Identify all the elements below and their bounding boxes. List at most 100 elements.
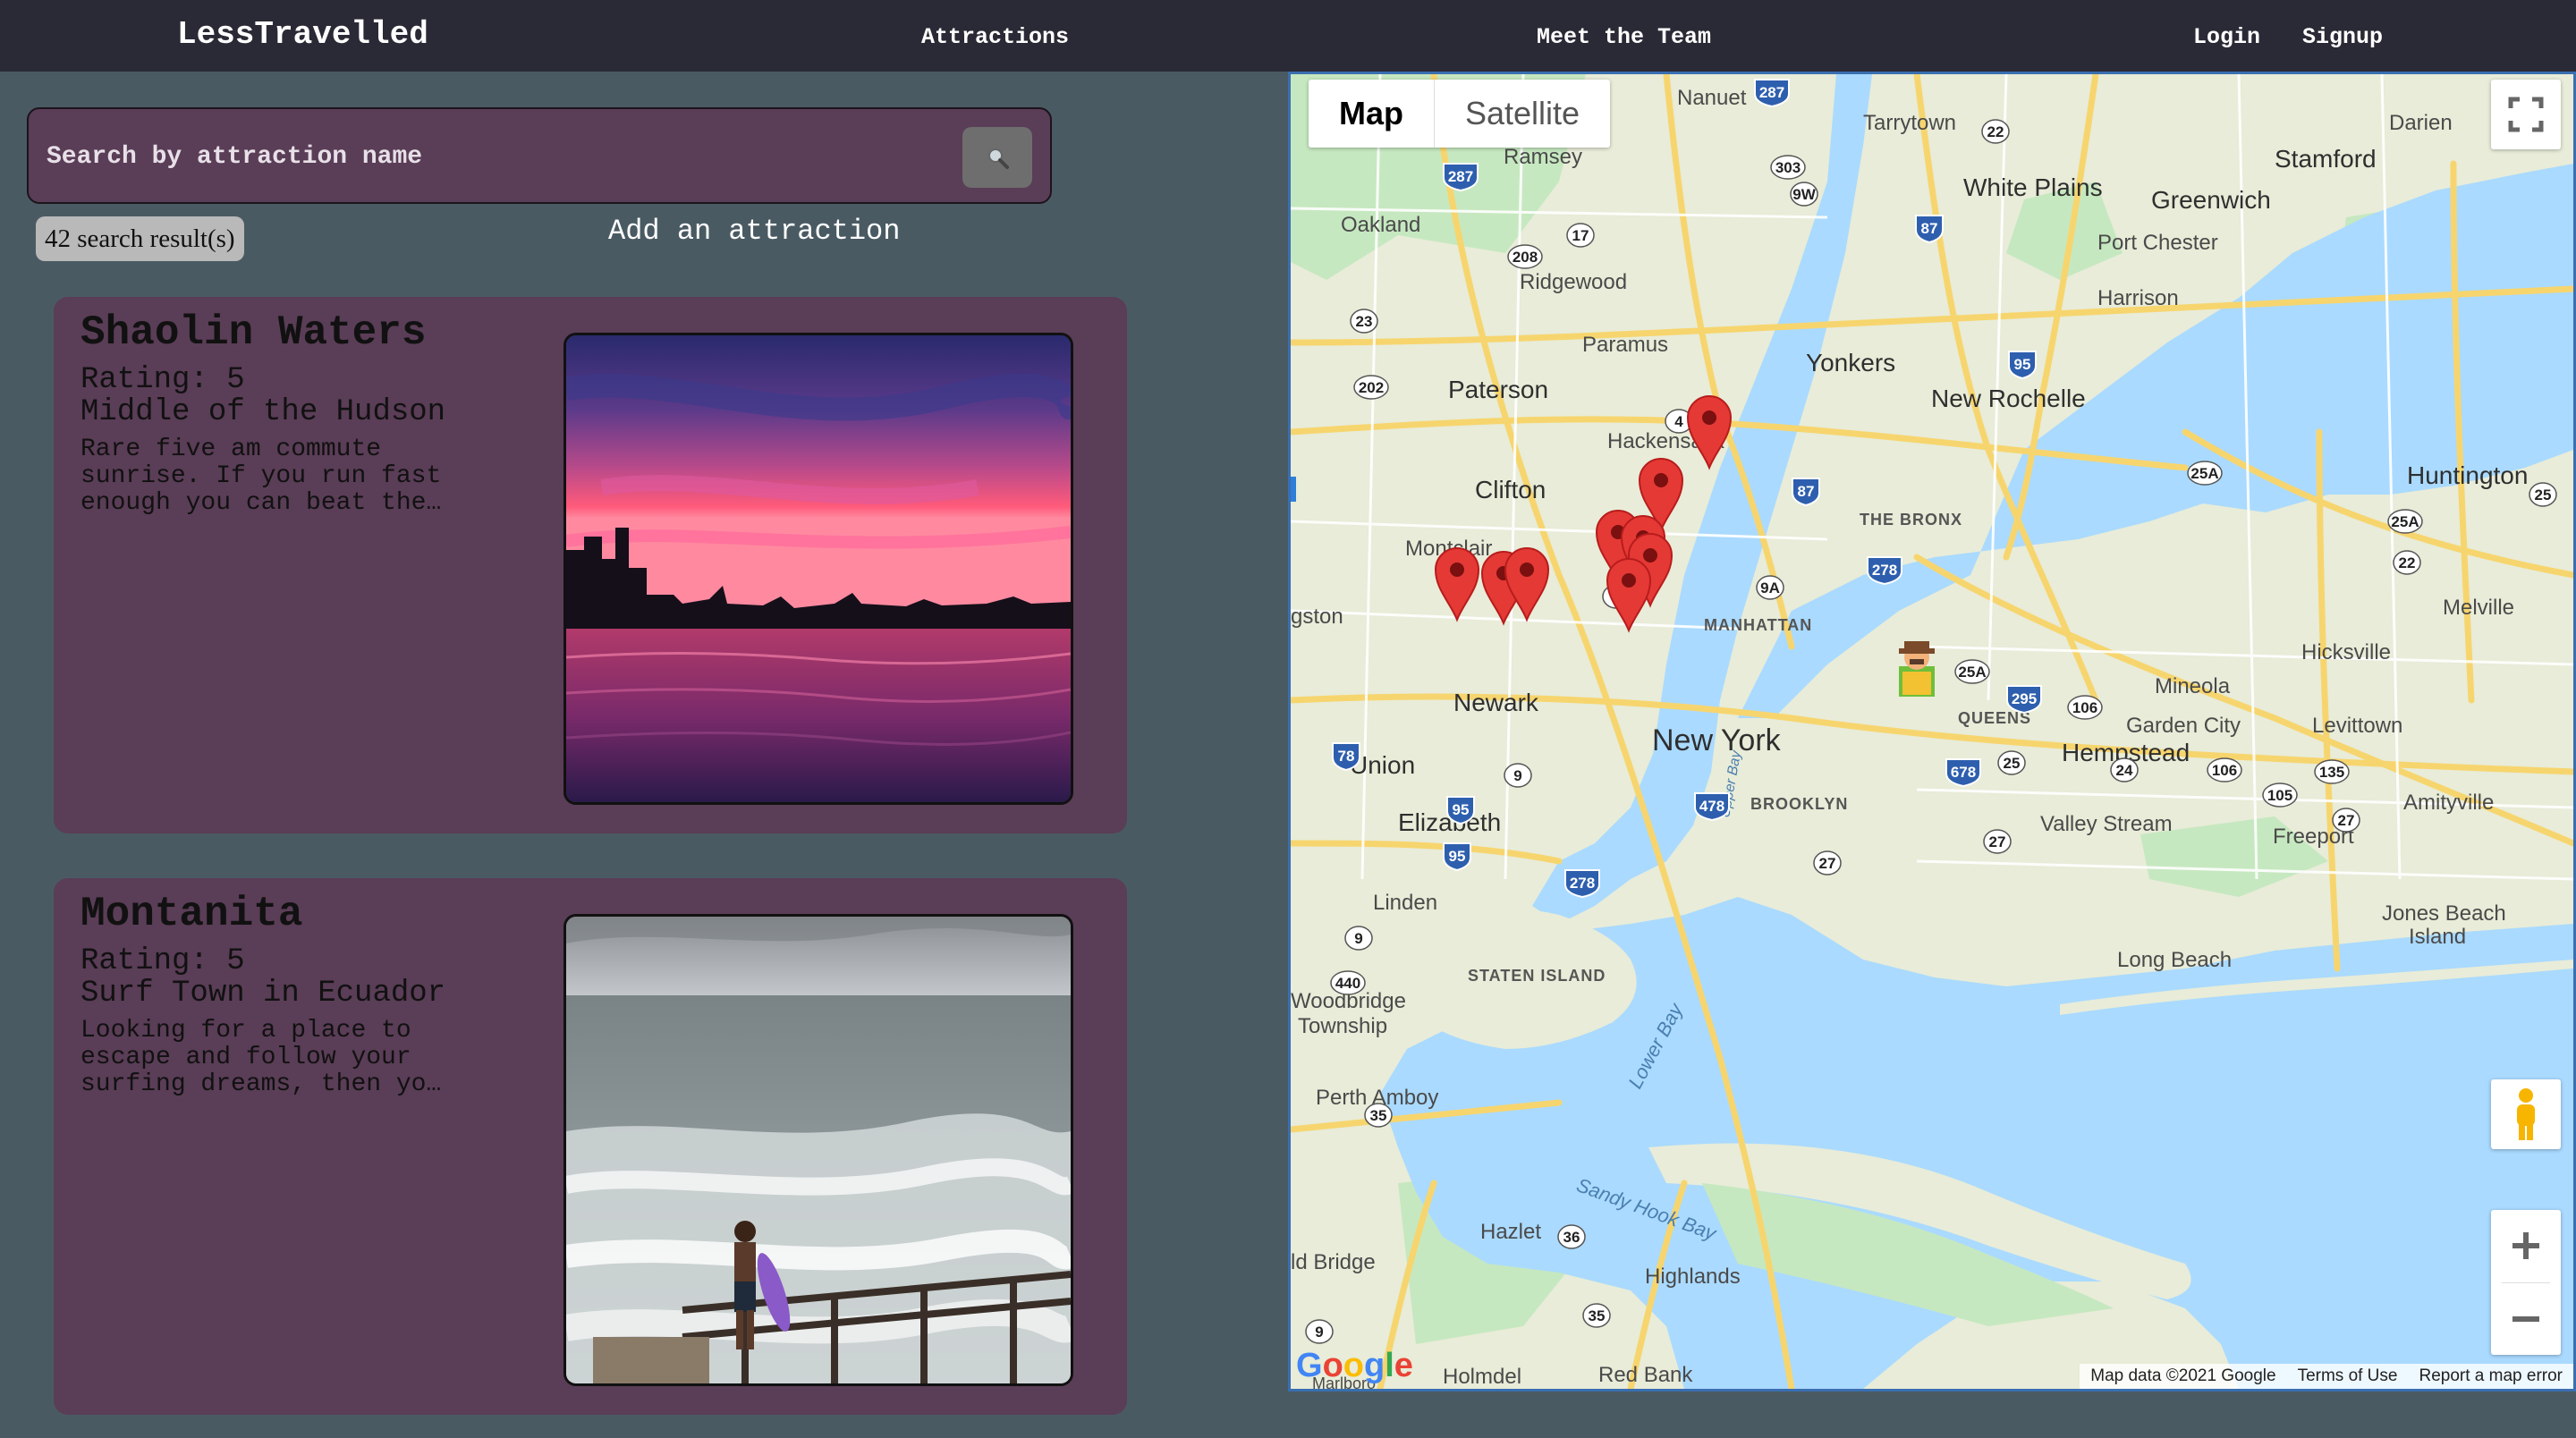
route-shield: 78 <box>1332 742 1360 772</box>
attraction-card[interactable]: Montanita Rating: 5 Surf Town in Ecuador… <box>54 878 1127 1415</box>
nav-attractions[interactable]: Attractions <box>921 24 1069 50</box>
map-footer: Map data ©2021 Google Terms of Use Repor… <box>2080 1364 2573 1389</box>
route-shield-label: 35 <box>1370 1107 1387 1124</box>
route-shield: 22 <box>1981 119 2010 144</box>
map-label: Yonkers <box>1806 349 1895 376</box>
route-shield: 295 <box>2006 685 2042 715</box>
route-shield: 36 <box>1557 1224 1586 1249</box>
route-shield: 9 <box>1305 1319 1334 1344</box>
card-subtitle: Surf Town in Ecuador <box>80 977 446 1011</box>
route-shield-label: 25 <box>2004 755 2021 772</box>
results-count-badge: 42 search result(s) <box>36 216 244 261</box>
map-label: Newark <box>1453 689 1539 716</box>
card-description: Rare five am commute sunrise. If you run… <box>80 436 442 517</box>
route-shield-label: 9W <box>1792 186 1816 203</box>
map-label: Clifton <box>1475 476 1546 503</box>
map-label: Stamford <box>2275 145 2377 173</box>
route-shield: 24 <box>2110 757 2139 782</box>
route-shield-label: 35 <box>1589 1307 1606 1324</box>
route-shield: 87 <box>1792 478 1820 507</box>
route-shield-label: 23 <box>1356 313 1373 330</box>
zoom-out-button[interactable] <box>2491 1283 2561 1355</box>
route-shield-label: 27 <box>2338 812 2355 829</box>
route-shield-label: 95 <box>1449 848 1466 865</box>
route-shield-label: 22 <box>2399 554 2416 571</box>
fullscreen-icon <box>2508 97 2544 132</box>
route-shield: 25A <box>2187 461 2223 486</box>
route-shield-label: 17 <box>1572 227 1589 244</box>
card-title: Montanita <box>80 891 303 937</box>
nav-meet-team[interactable]: Meet the Team <box>1537 24 1711 50</box>
route-shield-label: 25A <box>2391 513 2419 530</box>
route-shield: 478 <box>1694 792 1730 822</box>
route-shield-label: 9 <box>1315 1324 1323 1341</box>
route-shield-label: 78 <box>1338 748 1355 765</box>
search-box <box>27 107 1052 204</box>
route-shield-label: 27 <box>1989 833 2006 850</box>
nav-login[interactable]: Login <box>2193 24 2260 50</box>
route-shield: 95 <box>1446 796 1475 825</box>
route-shield-label: 135 <box>2319 764 2344 781</box>
route-shield-label: 440 <box>1335 975 1360 992</box>
route-shield-label: 9 <box>1513 767 1521 784</box>
nav-signup[interactable]: Signup <box>2302 24 2383 50</box>
map-label: Highlands <box>1645 1265 1741 1289</box>
map-view[interactable]: Nanuet Tarrytown Darien Ramsey Stamford … <box>1288 72 2576 1391</box>
map-label: Mineola <box>2155 674 2231 698</box>
map-label: Long Beach <box>2117 948 2232 972</box>
map-label: White Plains <box>1963 173 2103 201</box>
card-photo-sunset[interactable] <box>564 333 1073 805</box>
attraction-card[interactable]: Shaolin Waters Rating: 5 Middle of the H… <box>54 297 1127 833</box>
card-photo-surf[interactable] <box>564 914 1073 1386</box>
fullscreen-button[interactable] <box>2491 80 2561 149</box>
google-logo[interactable]: Google <box>1296 1347 1413 1385</box>
route-shield-label: 87 <box>1921 220 1938 237</box>
route-shield: 25A <box>1954 659 1990 684</box>
map-label: Township <box>1298 1014 1387 1038</box>
map-type-satellite-button[interactable]: Satellite <box>1435 80 1610 148</box>
route-shield: 303 <box>1770 155 1806 180</box>
search-button[interactable] <box>962 127 1032 188</box>
route-shield-label: 287 <box>1759 84 1784 101</box>
route-shield-label: 22 <box>1987 123 2004 140</box>
route-shield-label: 106 <box>2072 699 2097 716</box>
zoom-in-button[interactable] <box>2491 1210 2561 1282</box>
map-label: Greenwich <box>2151 186 2271 214</box>
map-label: Linden <box>1373 891 1437 915</box>
map-canvas[interactable]: Nanuet Tarrytown Darien Ramsey Stamford … <box>1291 74 2573 1389</box>
route-shield: 278 <box>1564 869 1600 899</box>
route-shield-label: 105 <box>2267 787 2292 804</box>
route-shield: 35 <box>1582 1303 1611 1328</box>
card-rating: Rating: 5 <box>80 363 245 397</box>
map-label: Ramsey <box>1504 145 1582 169</box>
card-description: Looking for a place to escape and follow… <box>80 1017 442 1098</box>
add-attraction-link[interactable]: Add an attraction <box>608 215 900 248</box>
route-shield-label: 27 <box>1819 855 1836 872</box>
route-shield: 87 <box>1915 215 1944 244</box>
map-label: gston <box>1291 605 1343 629</box>
route-shield: 106 <box>2207 757 2242 782</box>
route-shield-label: 478 <box>1699 798 1724 815</box>
route-shield-label: 9A <box>1760 579 1780 596</box>
plus-icon <box>2512 1232 2539 1259</box>
map-label: Valley Stream <box>2040 812 2173 836</box>
street-view-pegman-button[interactable] <box>2491 1079 2561 1149</box>
search-input[interactable] <box>45 136 970 177</box>
map-label: Paterson <box>1448 376 1548 403</box>
route-shield-label: 95 <box>1453 801 1470 818</box>
terms-link[interactable]: Terms of Use <box>2298 1366 2398 1386</box>
map-label: Paramus <box>1582 333 1668 357</box>
map-label: Jones Beach <box>2382 901 2506 926</box>
route-shield-label: 4 <box>1674 413 1683 430</box>
card-subtitle: Middle of the Hudson <box>80 395 446 429</box>
brand-logo[interactable]: LessTravelled <box>177 16 428 53</box>
route-shield: 678 <box>1945 758 1981 788</box>
map-type-toggle: Map Satellite <box>1309 80 1611 148</box>
route-shield-label: 208 <box>1513 249 1538 266</box>
map-label: BROOKLYN <box>1750 795 1848 813</box>
map-label: Island <box>2409 925 2466 949</box>
report-error-link[interactable]: Report a map error <box>2419 1366 2563 1386</box>
map-type-map-button[interactable]: Map <box>1309 80 1435 148</box>
map-label: Hazlet <box>1480 1220 1541 1244</box>
map-label: Darien <box>2389 111 2453 135</box>
